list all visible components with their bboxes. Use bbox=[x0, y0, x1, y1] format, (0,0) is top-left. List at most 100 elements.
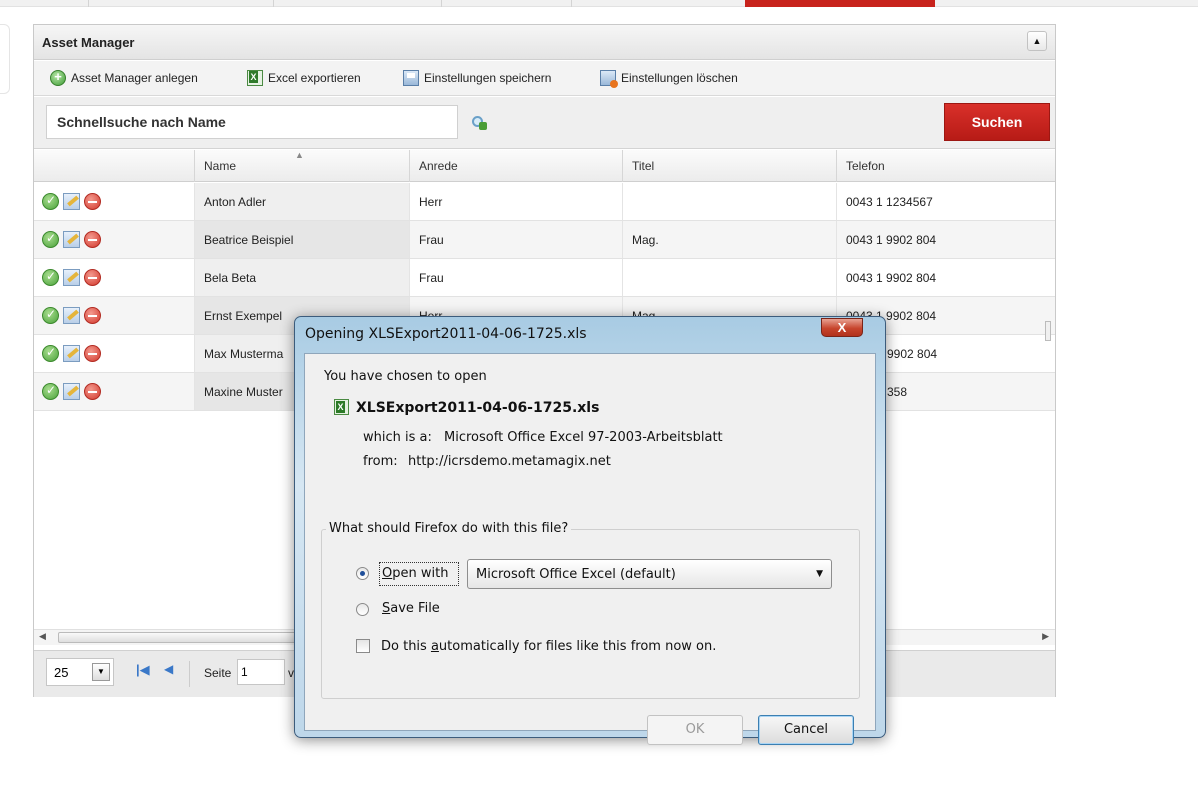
close-button[interactable]: X bbox=[821, 318, 863, 337]
row-actions bbox=[42, 269, 101, 286]
auto-label[interactable]: Do this automatically for files like thi… bbox=[381, 639, 716, 654]
auto-text-before: Do this bbox=[381, 639, 431, 654]
page-size-select[interactable]: 25 ▼ bbox=[46, 658, 114, 686]
auto-accesskey: a bbox=[430, 639, 439, 654]
create-asset-button[interactable]: Asset Manager anlegen bbox=[50, 69, 198, 86]
excel-export-label: Excel exportieren bbox=[268, 71, 361, 85]
activate-icon[interactable] bbox=[42, 383, 59, 400]
grid-header: Name ▲ Anrede Titel Telefon bbox=[34, 150, 1055, 182]
cancel-button[interactable]: Cancel bbox=[758, 715, 854, 745]
column-header-label: Telefon bbox=[846, 159, 885, 173]
column-header-telefon[interactable]: Telefon bbox=[836, 150, 1049, 182]
scroll-thumb[interactable] bbox=[58, 632, 298, 643]
search-add-icon[interactable] bbox=[472, 116, 487, 130]
row-actions bbox=[42, 307, 101, 324]
delete-icon[interactable] bbox=[84, 231, 101, 248]
file-source-value: http://icrsdemo.metamagix.net bbox=[408, 454, 611, 469]
auto-text-after: utomatically for files like this from no… bbox=[438, 639, 717, 654]
row-actions bbox=[42, 345, 101, 362]
intro-text: You have chosen to open bbox=[324, 369, 487, 384]
application-select[interactable]: Microsoft Office Excel (default) ▼ bbox=[467, 559, 832, 589]
nav-active-tab[interactable] bbox=[745, 0, 935, 7]
column-header-label: Anrede bbox=[419, 159, 458, 173]
delete-settings-label: Einstellungen löschen bbox=[621, 71, 738, 85]
column-header-titel[interactable]: Titel bbox=[622, 150, 836, 182]
delete-icon[interactable] bbox=[84, 383, 101, 400]
nav-divider bbox=[273, 0, 274, 7]
row-actions bbox=[42, 383, 101, 400]
cell-titel: Mag. bbox=[622, 221, 836, 258]
application-value: Microsoft Office Excel (default) bbox=[476, 567, 676, 582]
scroll-right-arrow-icon[interactable]: ▶ bbox=[1042, 631, 1049, 642]
quick-search-input[interactable] bbox=[46, 105, 458, 139]
file-source-label: from: bbox=[363, 454, 398, 469]
column-header-name[interactable]: Name ▲ bbox=[194, 150, 409, 182]
add-icon bbox=[50, 69, 66, 86]
excel-export-button[interactable]: Excel exportieren bbox=[247, 70, 361, 86]
file-type-value: Microsoft Office Excel 97-2003-Arbeitsbl… bbox=[444, 430, 723, 445]
search-bar: Suchen bbox=[34, 97, 1055, 149]
save-file-label[interactable]: Save File bbox=[382, 601, 440, 616]
panel-title: Asset Manager bbox=[42, 35, 135, 50]
activate-icon[interactable] bbox=[42, 269, 59, 286]
cell-titel bbox=[622, 259, 836, 296]
create-asset-label: Asset Manager anlegen bbox=[71, 71, 198, 85]
activate-icon[interactable] bbox=[42, 307, 59, 324]
activate-icon[interactable] bbox=[42, 345, 59, 362]
open-with-radio[interactable] bbox=[356, 567, 369, 580]
first-page-icon[interactable]: |◀ bbox=[136, 662, 150, 678]
delete-icon[interactable] bbox=[84, 193, 101, 210]
page-label: Seite bbox=[204, 666, 232, 680]
page-number-input[interactable] bbox=[237, 659, 285, 685]
pager-divider bbox=[189, 661, 190, 687]
cell-anrede: Frau bbox=[409, 259, 622, 296]
panel-header: Asset Manager ▲ bbox=[34, 25, 1055, 60]
scroll-left-arrow-icon[interactable]: ◀ bbox=[39, 631, 46, 642]
nav-divider bbox=[441, 0, 442, 7]
open-with-accesskey: O bbox=[382, 566, 393, 581]
cell-telefon: 0043 1 9902 804 bbox=[836, 221, 1049, 258]
open-with-text: pen with bbox=[392, 566, 449, 581]
activate-icon[interactable] bbox=[42, 231, 59, 248]
previous-page-icon[interactable]: ◀ bbox=[164, 662, 173, 676]
open-with-label[interactable]: Open with bbox=[382, 566, 448, 581]
cell-telefon: 0043 1 9902 804 bbox=[836, 259, 1049, 296]
delete-icon[interactable] bbox=[84, 307, 101, 324]
cell-titel bbox=[622, 183, 836, 220]
save-settings-button[interactable]: Einstellungen speichern bbox=[403, 70, 551, 86]
cell-telefon: 0043 1 1234567 bbox=[836, 183, 1049, 220]
page-size-value: 25 bbox=[54, 665, 69, 680]
dialog-title: Opening XLSExport2011-04-06-1725.xls bbox=[305, 326, 587, 342]
left-edge-frame bbox=[0, 24, 10, 94]
action-question: What should Firefox do with this file? bbox=[326, 521, 572, 536]
column-header-label: Titel bbox=[632, 159, 655, 173]
excel-icon bbox=[247, 70, 263, 86]
delete-icon[interactable] bbox=[84, 269, 101, 286]
ok-button[interactable]: OK bbox=[647, 715, 743, 745]
table-row[interactable]: Beatrice Beispiel Frau Mag. 0043 1 9902 … bbox=[34, 221, 1055, 259]
edit-icon[interactable] bbox=[63, 231, 80, 248]
delete-settings-icon bbox=[600, 70, 618, 88]
column-header-label: Name bbox=[204, 159, 237, 173]
edit-icon[interactable] bbox=[63, 383, 80, 400]
cell-anrede: Herr bbox=[409, 183, 622, 220]
activate-icon[interactable] bbox=[42, 193, 59, 210]
edit-icon[interactable] bbox=[63, 193, 80, 210]
column-header-anrede[interactable]: Anrede bbox=[409, 150, 622, 182]
save-file-radio[interactable] bbox=[356, 603, 369, 616]
edit-icon[interactable] bbox=[63, 269, 80, 286]
search-button[interactable]: Suchen bbox=[944, 103, 1050, 141]
chevron-down-icon[interactable]: ▼ bbox=[92, 663, 110, 681]
delete-icon[interactable] bbox=[84, 345, 101, 362]
edit-icon[interactable] bbox=[63, 307, 80, 324]
delete-settings-button[interactable]: Einstellungen löschen bbox=[600, 70, 738, 88]
edit-icon[interactable] bbox=[63, 345, 80, 362]
table-row[interactable]: Bela Beta Frau 0043 1 9902 804 bbox=[34, 259, 1055, 297]
collapse-button[interactable]: ▲ bbox=[1027, 31, 1047, 51]
vertical-scroll-handle[interactable] bbox=[1045, 321, 1051, 341]
table-row[interactable]: Anton Adler Herr 0043 1 1234567 bbox=[34, 183, 1055, 221]
cell-name: Beatrice Beispiel bbox=[194, 221, 409, 258]
dialog-body: You have chosen to open XLSExport2011-04… bbox=[304, 353, 876, 745]
auto-checkbox[interactable] bbox=[356, 639, 370, 653]
top-navigation-bar bbox=[0, 0, 1198, 7]
